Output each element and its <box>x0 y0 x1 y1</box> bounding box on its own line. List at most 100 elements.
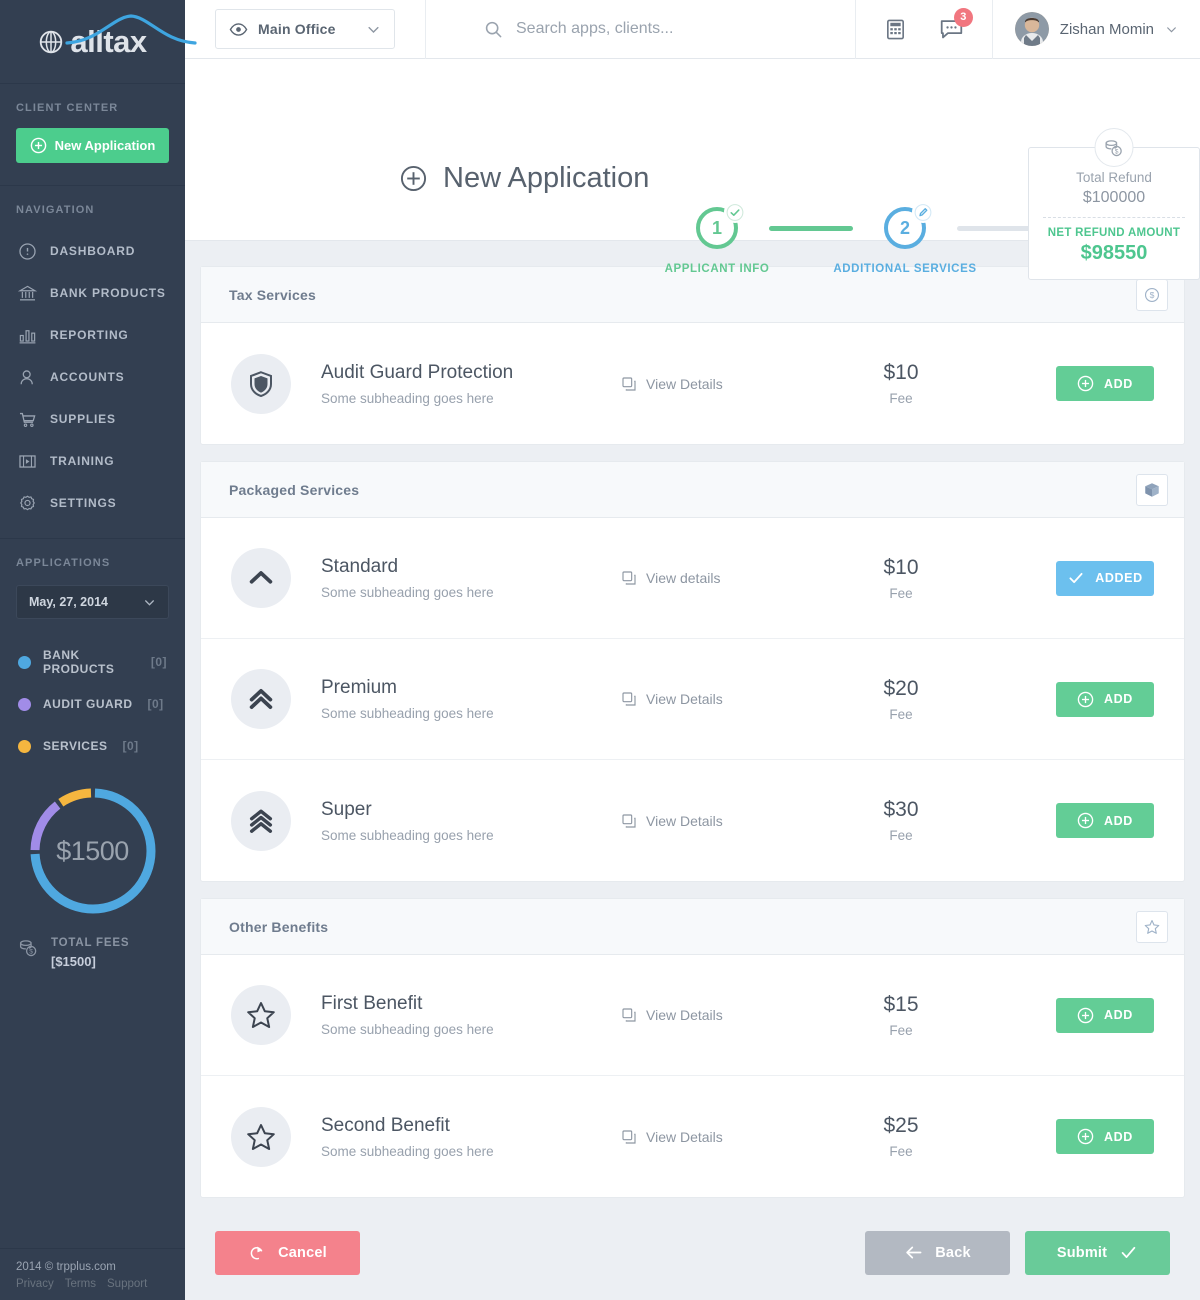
legend-label: BANK PRODUCTS <box>43 648 115 676</box>
view-details-label: View Details <box>646 1128 723 1145</box>
copyright-text: 2014 © trpplus.com <box>16 1261 116 1273</box>
service-row: First Benefit Some subheading goes here … <box>201 955 1184 1076</box>
service-row: Super Some subheading goes here View Det… <box>201 760 1184 881</box>
submit-button[interactable]: Submit <box>1025 1230 1170 1275</box>
step-additional-services[interactable]: 2 ADDITIONAL SERVICES <box>833 201 976 275</box>
user-name: Zishan Momin <box>1059 20 1154 38</box>
user-menu[interactable]: Zishan Momin <box>993 12 1200 46</box>
page-title: New Application <box>400 162 649 195</box>
legend-item-bank-products[interactable]: BANK PRODUCTS [0] <box>0 641 185 683</box>
step-circle: 1 <box>696 201 746 249</box>
step-applicant-info[interactable]: 1 APPLICANT INFO <box>665 201 769 275</box>
added-button-label: ADDED <box>1095 571 1143 585</box>
service-action: ADD <box>1056 997 1154 1033</box>
chevron-down-icon <box>368 26 379 33</box>
cancel-button[interactable]: Cancel <box>215 1230 360 1275</box>
sidebar-item-accounts[interactable]: ACCOUNTS <box>0 356 185 398</box>
footer-link-terms[interactable]: Terms <box>65 1278 96 1290</box>
user-icon <box>18 368 37 387</box>
bar-chart-icon <box>18 326 37 345</box>
sidebar-item-training[interactable]: TRAINING <box>0 440 185 482</box>
legend-count: [0] <box>150 655 167 669</box>
svg-text:$: $ <box>29 949 33 956</box>
chevron-up-1-icon <box>231 548 291 608</box>
view-details-link[interactable]: View Details <box>621 1129 821 1145</box>
view-details-link[interactable]: View Details <box>621 813 821 829</box>
add-button[interactable]: ADD <box>1056 1119 1154 1154</box>
date-filter-select[interactable]: May, 27, 2014 <box>16 585 169 619</box>
add-button[interactable]: ADD <box>1056 803 1154 838</box>
sidebar-item-label: SETTINGS <box>50 496 117 510</box>
view-details-label: View Details <box>646 812 723 829</box>
sidebar-item-bank-products[interactable]: BANK PRODUCTS <box>0 272 185 314</box>
legend-item-services[interactable]: SERVICES [0] <box>0 725 185 767</box>
section-tax-services: Tax Services $ Audit Guard Protection So… <box>200 266 1185 445</box>
logo-swoosh-icon <box>65 14 197 45</box>
service-text: Audit Guard Protection Some subheading g… <box>321 362 621 406</box>
office-select[interactable]: Main Office <box>215 9 395 49</box>
star-icon <box>231 1106 291 1167</box>
form-actions: Cancel Back Submit <box>200 1214 1185 1284</box>
star-icon[interactable] <box>1136 910 1168 943</box>
money-stack-icon: $ <box>1094 128 1134 167</box>
service-action: ADD <box>1056 1119 1154 1154</box>
step-circle: 2 <box>884 201 934 249</box>
service-row: Audit Guard Protection Some subheading g… <box>201 323 1184 444</box>
service-subtitle: Some subheading goes here <box>321 706 494 721</box>
back-button[interactable]: Back <box>865 1230 1010 1275</box>
added-button[interactable]: ADDED <box>1056 560 1154 596</box>
chevron-up-2-icon <box>231 669 291 729</box>
service-amount: $10 <box>883 361 919 384</box>
sidebar-item-label: TRAINING <box>50 454 115 468</box>
service-fee-label: Fee <box>889 1022 913 1038</box>
footer-link-support[interactable]: Support <box>107 1278 147 1290</box>
section-title: Tax Services <box>229 286 316 303</box>
sidebar-item-supplies[interactable]: SUPPLIES <box>0 398 185 440</box>
service-row: Standard Some subheading goes here View … <box>201 518 1184 639</box>
total-refund-label: Total Refund <box>1076 170 1152 185</box>
box-icon[interactable] <box>1136 473 1168 506</box>
footer-link-privacy[interactable]: Privacy <box>16 1278 54 1290</box>
sidebar-item-label: SUPPLIES <box>50 412 116 426</box>
view-details-link[interactable]: View Details <box>621 1007 821 1023</box>
view-details-link[interactable]: View Details <box>621 691 821 707</box>
service-row: Premium Some subheading goes here View D… <box>201 639 1184 760</box>
client-center-label: CLIENT CENTER <box>16 102 119 114</box>
add-button[interactable]: ADD <box>1056 997 1154 1033</box>
service-fee-label: Fee <box>889 706 913 722</box>
cart-icon <box>18 410 37 429</box>
brand-logo[interactable]: alltax <box>0 0 197 84</box>
section-title: Packaged Services <box>229 481 360 498</box>
info-circle-icon <box>18 242 37 261</box>
sidebar-item-settings[interactable]: SETTINGS <box>0 482 185 524</box>
view-details-link[interactable]: View details <box>621 570 821 586</box>
messages-button[interactable]: 3 <box>939 7 973 42</box>
new-application-button[interactable]: New Application <box>16 128 169 163</box>
back-button-label: Back <box>935 1244 971 1261</box>
sidebar-footer: 2014 © trpplus.com Privacy Terms Support <box>0 1248 185 1300</box>
service-price: $30 Fee <box>821 798 981 843</box>
plus-circle-icon <box>1077 1007 1094 1023</box>
view-details-link[interactable]: View Details <box>621 376 821 392</box>
svg-text:$: $ <box>1115 149 1119 156</box>
money-stack-icon: $ <box>19 940 37 957</box>
add-button[interactable]: ADD <box>1056 366 1154 401</box>
section-title: Other Benefits <box>229 918 329 935</box>
section-other-benefits: Other Benefits First Benefit Some subhea… <box>200 898 1185 1198</box>
calculator-button[interactable] <box>884 18 907 41</box>
navigation-label: NAVIGATION <box>16 204 95 216</box>
add-button[interactable]: ADD <box>1056 681 1154 717</box>
check-icon <box>1069 572 1083 584</box>
sidebar-item-dashboard[interactable]: DASHBOARD <box>0 230 185 272</box>
dollar-circle-icon[interactable]: $ <box>1136 278 1168 311</box>
view-details-label: View details <box>646 570 721 586</box>
sidebar-item-label: BANK PRODUCTS <box>50 286 166 300</box>
avatar <box>1014 12 1049 46</box>
search-box[interactable] <box>425 0 855 59</box>
service-subtitle: Some subheading goes here <box>321 585 494 600</box>
sidebar-item-reporting[interactable]: REPORTING <box>0 314 185 356</box>
page-header-band: New Application 1 APPLICANT INFO 2 ADDIT… <box>185 59 1200 280</box>
legend-item-audit-guard[interactable]: AUDIT GUARD [0] <box>0 683 185 725</box>
globe-icon <box>40 30 63 53</box>
search-input[interactable] <box>516 20 846 38</box>
